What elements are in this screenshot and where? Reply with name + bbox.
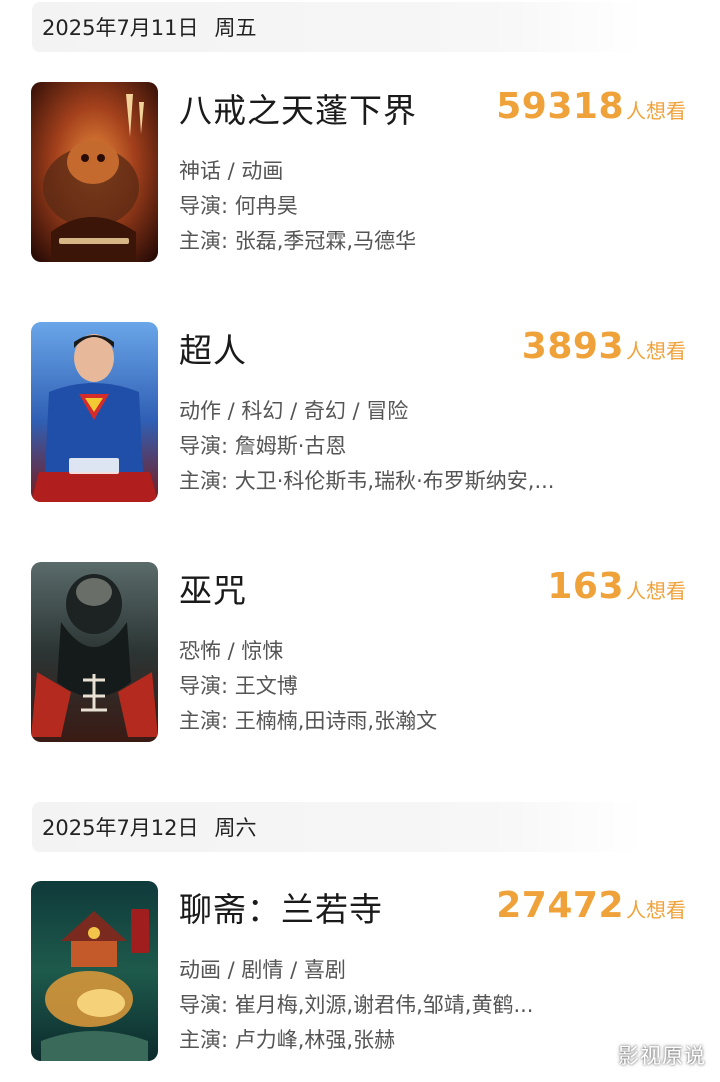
weekday-label: 周五 [214,16,257,40]
movie-director: 导演: 何冉昊 [179,194,298,218]
want-unit: 人想看 [626,898,686,922]
wuzhou-poster-icon[interactable] [31,562,158,742]
watermark: 影视原说 [618,1044,706,1068]
weekday-label: 周六 [214,816,257,840]
movie-cast: 主演: 大卫·科伦斯韦,瑞秋·布罗斯纳安,... [179,469,555,493]
movie-title[interactable]: 聊斋：兰若寺 [179,883,383,931]
date-header: 2025年7月12日 周六 [32,802,644,852]
want-to-see-count: 163 人想看 [547,566,686,607]
want-to-see-count: 27472 人想看 [496,885,686,926]
liaozhai-poster-icon[interactable] [31,881,158,1061]
movie-genre: 动作 / 科幻 / 奇幻 / 冒险 [179,399,409,423]
movie-cast: 主演: 张磊,季冠霖,马德华 [179,229,417,253]
bajie-poster-icon[interactable] [31,82,158,262]
want-count: 3893 [521,326,624,367]
want-count: 163 [547,566,624,607]
movie-release-list: 2025年7月11日 周五 八戒之天蓬下界 59318 人想看 神话 / 动画 … [0,0,720,1082]
want-count: 59318 [496,86,624,127]
movie-cast: 主演: 卢力峰,林强,张赫 [179,1028,396,1052]
movie-card[interactable]: 巫咒 163 人想看 恐怖 / 惊悚 导演: 王文博 主演: 王楠楠,田诗雨,张… [0,562,720,744]
movie-director: 导演: 崔月梅,刘源,谢君伟,邹靖,黄鹤... [179,993,534,1017]
movie-card[interactable]: 八戒之天蓬下界 59318 人想看 神话 / 动画 导演: 何冉昊 主演: 张磊… [0,82,720,264]
want-unit: 人想看 [626,579,686,603]
want-unit: 人想看 [626,99,686,123]
superman-poster-icon[interactable] [31,322,158,502]
movie-genre: 动画 / 剧情 / 喜剧 [179,958,346,982]
movie-director: 导演: 詹姆斯·古恩 [179,434,347,458]
movie-title[interactable]: 超人 [179,324,247,372]
movie-title[interactable]: 八戒之天蓬下界 [179,84,417,132]
movie-cast: 主演: 王楠楠,田诗雨,张瀚文 [179,709,438,733]
movie-title[interactable]: 巫咒 [179,564,247,612]
want-unit: 人想看 [626,339,686,363]
movie-card[interactable]: 超人 3893 人想看 动作 / 科幻 / 奇幻 / 冒险 导演: 詹姆斯·古恩… [0,322,720,504]
date-header: 2025年7月11日 周五 [32,2,644,52]
movie-genre: 神话 / 动画 [179,159,284,183]
want-to-see-count: 3893 人想看 [522,326,686,367]
date-label: 2025年7月11日 [42,16,199,40]
movie-card[interactable]: 聊斋：兰若寺 27472 人想看 动画 / 剧情 / 喜剧 导演: 崔月梅,刘源… [0,881,720,1063]
date-label: 2025年7月12日 [42,816,199,840]
want-count: 27472 [496,885,624,926]
movie-director: 导演: 王文博 [179,674,298,698]
movie-genre: 恐怖 / 惊悚 [179,639,284,663]
want-to-see-count: 59318 人想看 [496,86,686,127]
